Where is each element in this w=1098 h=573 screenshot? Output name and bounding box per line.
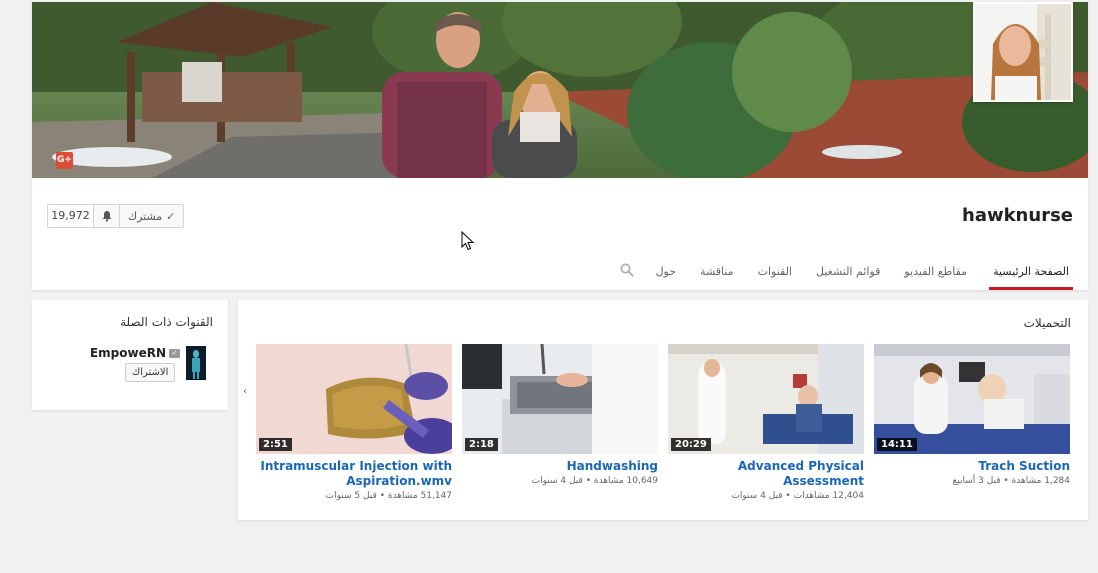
video-thumbnail[interactable]: 2:51 xyxy=(256,344,452,454)
channel-search-button[interactable] xyxy=(606,260,644,290)
related-channel-name: EmpoweRN xyxy=(89,346,166,360)
video-title[interactable]: Handwashing xyxy=(462,459,658,474)
subscribed-button[interactable]: مشترك ✓ xyxy=(120,205,183,227)
video-views: 1,284 مشاهدة xyxy=(1011,476,1070,486)
notification-bell-button[interactable] xyxy=(94,205,120,227)
video-views: 12,404 مشاهدات xyxy=(793,491,864,501)
video-duration: 20:29 xyxy=(671,438,711,451)
tab-channels[interactable]: القنوات xyxy=(746,260,804,290)
channel-banner: G+ xyxy=(32,2,1088,178)
chevron-left-icon: ‹ xyxy=(243,386,247,397)
google-plus-icon[interactable]: G+ xyxy=(56,152,73,169)
tab-about[interactable]: حول xyxy=(644,260,688,290)
tab-discussion[interactable]: مناقشة xyxy=(688,260,746,290)
mouse-cursor-icon xyxy=(461,231,475,251)
channel-tabs: الصفحة الرئيسية مقاطع الفيديو قوائم التش… xyxy=(606,260,1073,290)
uploads-title[interactable]: التحميلات xyxy=(1024,316,1071,330)
video-thumbnail[interactable]: 14:11 xyxy=(874,344,1070,454)
video-item[interactable]: 20:29 Advanced Physical Assessment 12,40… xyxy=(668,344,864,501)
video-age: قبل 3 أسابيع xyxy=(952,476,1001,486)
video-age: قبل 5 سنوات xyxy=(325,491,377,501)
related-channels-card: القنوات ذات الصلة EmpoweRN ✓ الاشتراك xyxy=(32,300,228,410)
subscribed-label: مشترك xyxy=(128,209,163,223)
video-meta: 1,284 مشاهدة • قبل 3 أسابيع xyxy=(952,476,1070,486)
video-title[interactable]: Intramuscular Injection with Aspiration.… xyxy=(256,459,452,489)
video-item[interactable]: 2:51 Intramuscular Injection with Aspira… xyxy=(256,344,452,501)
related-subscribe-button[interactable]: الاشتراك xyxy=(125,363,176,382)
related-channels-title: القنوات ذات الصلة xyxy=(120,315,213,329)
related-channel-avatar[interactable] xyxy=(186,346,206,380)
video-duration: 14:11 xyxy=(877,438,917,451)
related-channel-name-link[interactable]: EmpoweRN ✓ xyxy=(90,346,180,360)
video-duration: 2:18 xyxy=(465,438,498,451)
video-thumbnail[interactable]: 20:29 xyxy=(668,344,864,454)
channel-name: hawknurse xyxy=(962,205,1073,226)
tab-home[interactable]: الصفحة الرئيسية xyxy=(989,260,1073,290)
channel-avatar[interactable] xyxy=(973,2,1073,102)
video-meta: 51,147 مشاهدة • قبل 5 سنوات xyxy=(325,491,452,501)
video-meta: 12,404 مشاهدات • قبل 4 سنوات xyxy=(731,491,864,501)
check-icon: ✓ xyxy=(166,209,176,223)
video-thumbnail[interactable]: 2:18 xyxy=(462,344,658,454)
tab-playlists[interactable]: قوائم التشغيل xyxy=(804,260,892,290)
video-item[interactable]: 14:11 Trach Suction 1,284 مشاهدة • قبل 3… xyxy=(874,344,1070,486)
subscription-controls: 19,972 مشترك ✓ xyxy=(47,204,185,228)
tab-videos[interactable]: مقاطع الفيديو xyxy=(892,260,979,290)
video-views: 10,649 مشاهدة xyxy=(593,476,658,486)
search-icon xyxy=(620,263,634,277)
video-age: قبل 4 سنوات xyxy=(731,491,783,501)
bell-icon xyxy=(102,211,111,222)
video-item[interactable]: 2:18 Handwashing 10,649 مشاهدة • قبل 4 س… xyxy=(462,344,658,486)
channel-header: G+ hawknurse 19,972 مشترك ✓ الصفحة الرئي… xyxy=(32,2,1088,290)
video-title[interactable]: Advanced Physical Assessment xyxy=(668,459,864,489)
video-views: 51,147 مشاهدة xyxy=(387,491,452,501)
uploads-shelf: التحميلات ‹ 2:51 Intramuscular Injection… xyxy=(238,300,1088,520)
video-meta: 10,649 مشاهدة • قبل 4 سنوات xyxy=(531,476,658,486)
subscriber-count: 19,972 xyxy=(48,205,94,227)
video-age: قبل 4 سنوات xyxy=(531,476,583,486)
shelf-prev-button[interactable]: ‹ xyxy=(243,386,247,397)
verified-icon: ✓ xyxy=(169,348,180,358)
video-duration: 2:51 xyxy=(259,438,292,451)
video-title[interactable]: Trach Suction xyxy=(874,459,1070,474)
